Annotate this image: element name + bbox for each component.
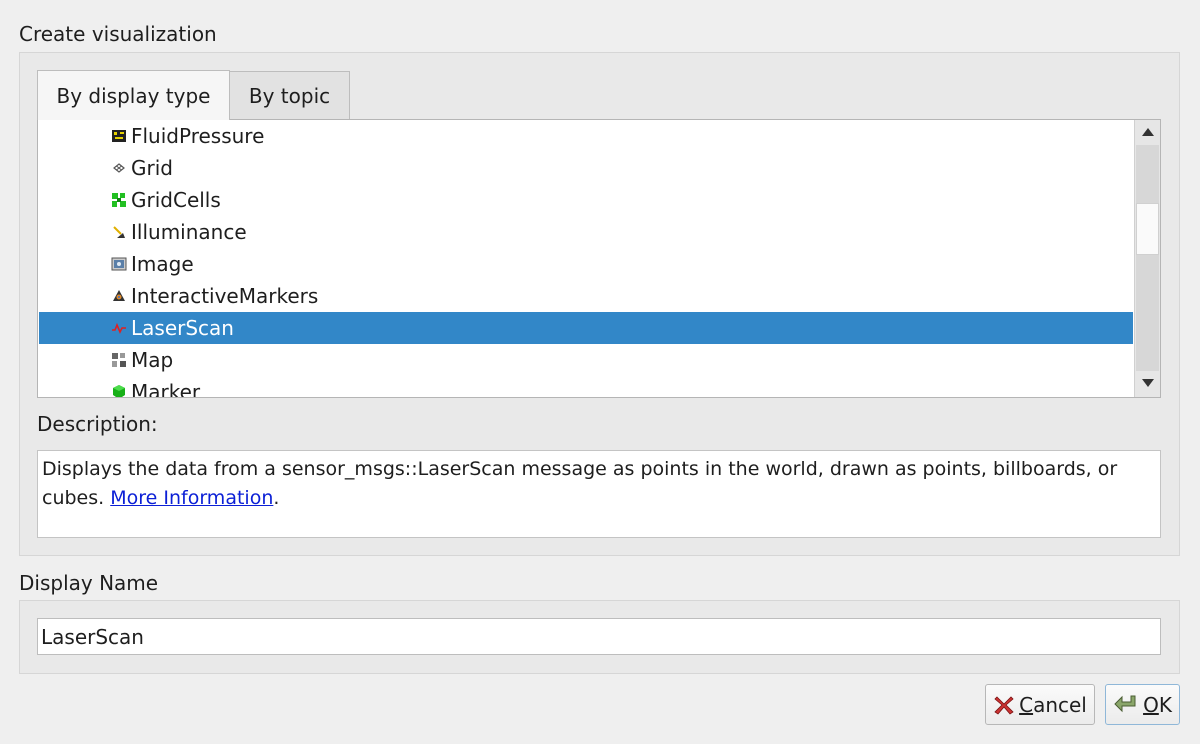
display-name-input[interactable] (37, 618, 1161, 655)
description-suffix: . (273, 487, 280, 509)
tab-label: By topic (248, 83, 331, 108)
list-item-label: FluidPressure (131, 124, 265, 148)
list-item-fluidpressure[interactable]: FluidPressure (39, 120, 1133, 152)
list-item-interactivemarkers[interactable]: InteractiveMarkers (39, 280, 1133, 312)
list-item-label: Image (131, 252, 194, 276)
marker-icon (113, 385, 125, 397)
list-item-label: Grid (131, 156, 173, 180)
ok-mnemonic: O (1143, 692, 1159, 717)
tab-by-display-type[interactable]: By display type (37, 70, 230, 120)
interactive-markers-icon (113, 290, 125, 301)
list-item-label: Marker (131, 380, 201, 398)
tab-label: By display type (56, 83, 211, 108)
ok-label: K (1158, 692, 1172, 717)
laser-scan-icon (112, 322, 126, 334)
illuminance-icon (113, 226, 125, 238)
list-item-laserscan[interactable]: LaserScan (39, 312, 1133, 344)
ok-button[interactable]: OK (1105, 684, 1180, 725)
more-information-link[interactable]: More Information (110, 487, 273, 509)
tab-by-topic[interactable]: By topic (229, 71, 350, 119)
scroll-track-lower (1136, 255, 1159, 371)
scroll-handle[interactable] (1136, 203, 1159, 255)
description-label: Description: (37, 412, 158, 436)
display-type-list[interactable]: FluidPressure Grid GridCells Illuminance (37, 119, 1161, 398)
list-item-label: LaserScan (131, 316, 234, 340)
list-item-label: Map (131, 348, 174, 372)
list-item-label: GridCells (131, 188, 221, 212)
scroll-up-arrow-icon[interactable] (1141, 127, 1155, 137)
map-icon (112, 353, 126, 367)
list-item-label: Illuminance (131, 220, 247, 244)
list-item-gridcells[interactable]: GridCells (39, 184, 1133, 216)
list-item-map[interactable]: Map (39, 344, 1133, 376)
scroll-track-upper (1136, 145, 1159, 203)
dialog-title: Create visualization (19, 22, 217, 46)
image-icon (111, 257, 127, 271)
list-item-label: InteractiveMarkers (131, 284, 319, 308)
list-scrollbar[interactable] (1134, 120, 1160, 397)
cancel-icon (994, 695, 1014, 715)
display-name-label: Display Name (19, 571, 159, 595)
scroll-down-arrow-icon[interactable] (1141, 378, 1155, 388)
cancel-label: ancel (1033, 692, 1087, 717)
grid-cells-icon (112, 193, 126, 207)
list-item-marker[interactable]: Marker (39, 376, 1133, 398)
grid-icon (113, 163, 125, 173)
cancel-button[interactable]: Cancel (985, 684, 1095, 725)
fluid-pressure-icon (112, 130, 126, 142)
list-item-image[interactable]: Image (39, 248, 1133, 280)
ok-icon (1114, 695, 1136, 712)
cancel-mnemonic: C (1019, 692, 1034, 717)
list-item-grid[interactable]: Grid (39, 152, 1133, 184)
list-item-illuminance[interactable]: Illuminance (39, 216, 1133, 248)
description-box: Displays the data from a sensor_msgs::La… (37, 450, 1161, 538)
